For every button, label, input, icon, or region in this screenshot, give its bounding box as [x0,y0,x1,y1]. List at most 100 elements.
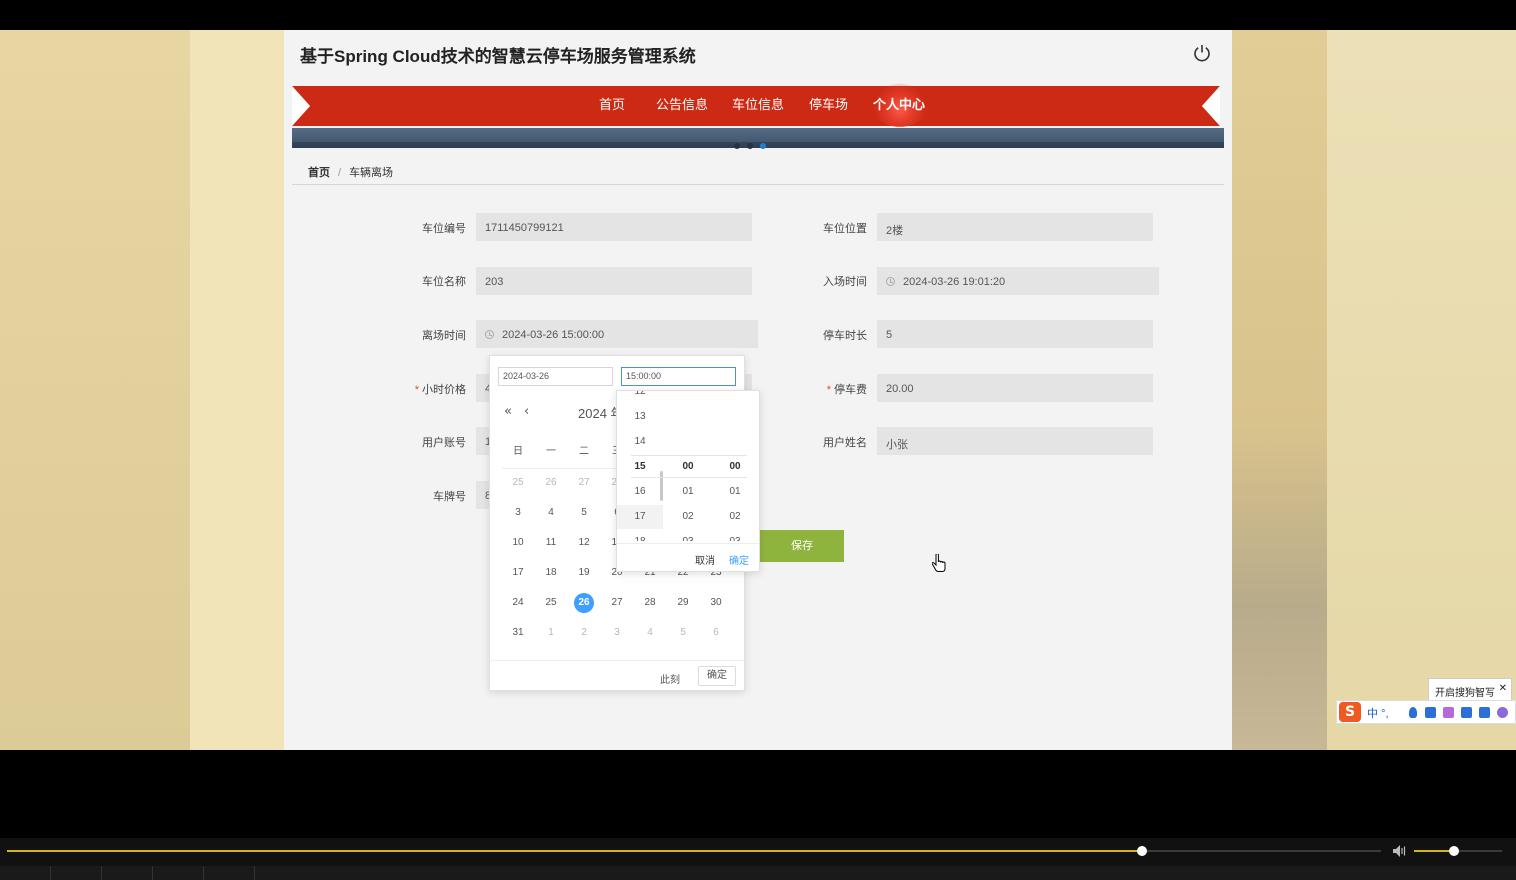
exit-time-input[interactable]: 2024-03-26 15:00:00 [476,320,758,348]
location-input[interactable]: 2楼 [877,213,1153,241]
minute-option[interactable]: 03 [665,536,711,541]
close-icon[interactable]: ✕ [1499,683,1507,694]
calendar-day[interactable]: 4 [638,623,662,643]
time-cancel-button[interactable]: 取消 [695,552,715,567]
calendar-day[interactable]: 2 [572,623,596,643]
second-column[interactable]: 00 01 02 03 [712,391,758,541]
video-frame: 基于Spring Cloud技术的智慧云停车场服务管理系统 首页 公告信息 车位… [0,30,1516,750]
hour-option[interactable]: 14 [617,436,663,447]
power-icon[interactable] [1192,43,1212,63]
space-no-label: 车位编号 [422,223,466,235]
minute-option-selected[interactable]: 00 [665,461,711,472]
weekday-label: 二 [579,446,589,457]
calendar-day[interactable]: 18 [539,563,563,583]
hour-option[interactable]: 12 [617,391,663,397]
time-confirm-button[interactable]: 确定 [729,552,749,567]
calendar-day[interactable]: 27 [605,593,629,613]
nav-item-parking-lot[interactable]: 停车场 [809,94,848,113]
nav-item-home[interactable]: 首页 [599,94,625,113]
username-input[interactable]: 小张 [877,427,1153,455]
picker-footer-divider [490,660,744,661]
keyboard-icon[interactable] [1425,707,1436,718]
save-button[interactable]: 保存 [760,530,844,562]
calendar-day[interactable]: 30 [704,593,728,613]
second-option-selected[interactable]: 00 [712,461,758,472]
entry-time-input[interactable]: 2024-03-26 19:01:20 [877,267,1159,295]
weekday-label: 一 [546,446,556,457]
picker-confirm-button[interactable]: 确定 [698,666,736,686]
carousel-dots [734,134,773,153]
volume-level [1414,850,1454,852]
calendar-day[interactable]: 25 [539,593,563,613]
hour-option-selected[interactable]: 15 [617,461,663,472]
username-label: 用户姓名 [823,437,867,449]
calendar-day[interactable]: 28 [638,593,662,613]
calendar-day[interactable]: 26 [539,473,563,493]
nav-item-spaces[interactable]: 车位信息 [732,94,784,113]
second-option[interactable]: 02 [712,511,758,522]
taskbar-separator [152,866,153,880]
microphone-icon[interactable] [1409,707,1417,718]
volume-slider[interactable] [1414,846,1502,856]
minute-option[interactable]: 02 [665,511,711,522]
duration-input[interactable]: 5 [877,320,1153,348]
toolbox-icon[interactable] [1479,707,1490,718]
calendar-day[interactable]: 12 [572,533,596,553]
breadcrumb-home[interactable]: 首页 [308,167,330,179]
prev-month-icon[interactable]: ‹ [524,404,529,419]
space-no-input[interactable]: 1711450799121 [476,213,752,241]
calendar-day[interactable]: 5 [671,623,695,643]
nav-item-profile[interactable]: 个人中心 [873,94,925,113]
calendar-day[interactable]: 29 [671,593,695,613]
calendar-day[interactable]: 11 [539,533,563,553]
minute-option[interactable]: 01 [665,486,711,497]
now-button[interactable]: 此刻 [660,671,680,686]
carousel-dot-active[interactable] [760,143,766,149]
calendar-day[interactable]: 31 [506,623,530,643]
calendar-day[interactable]: 17 [506,563,530,583]
hour-scrollbar[interactable] [660,471,663,501]
calendar-day[interactable]: 6 [704,623,728,643]
seek-bar[interactable] [7,846,1381,856]
picker-time-input[interactable]: 15:00:00 [621,367,736,386]
calendar-day[interactable]: 3 [506,503,530,523]
calendar-day[interactable]: 3 [605,623,629,643]
screen: 基于Spring Cloud技术的智慧云停车场服务管理系统 首页 公告信息 车位… [0,0,1516,880]
carousel-dot[interactable] [734,143,740,149]
calendar-day-selected[interactable]: 26 [574,593,594,613]
main-nav: 首页 公告信息 车位信息 停车场 个人中心 [284,83,1232,127]
hour-option[interactable]: 13 [617,411,663,422]
ime-mode-indicator[interactable]: 中 °, [1367,705,1389,721]
hour-option[interactable]: 18 [617,536,663,541]
calendar-day[interactable]: 4 [539,503,563,523]
calendar-day[interactable]: 25 [506,473,530,493]
seek-handle[interactable] [1136,846,1147,856]
volume-icon[interactable] [1392,844,1408,858]
fee-label-text: 停车费 [834,384,867,396]
hour-option-hovered[interactable]: 17 [617,505,663,529]
calendar-day[interactable]: 24 [506,593,530,613]
ime-tip[interactable]: 开启搜狗智写 ✕ [1428,678,1512,701]
calendar-day[interactable]: 19 [572,563,596,583]
calendar-day[interactable]: 5 [572,503,596,523]
fee-input[interactable]: 20.00 [877,374,1153,402]
carousel-dot[interactable] [747,143,753,149]
sogou-logo-icon[interactable]: S [1339,702,1361,722]
calendar-day[interactable]: 27 [572,473,596,493]
second-option[interactable]: 03 [712,536,758,541]
minute-column[interactable]: 00 01 02 03 [665,391,711,541]
nav-item-notices[interactable]: 公告信息 [656,94,708,113]
calendar-day[interactable]: 1 [539,623,563,643]
picker-date-input[interactable]: 2024-03-26 [498,367,613,386]
hour-column[interactable]: 12 13 14 15 16 17 18 [617,391,663,541]
hour-option[interactable]: 16 [617,486,663,497]
skin-icon[interactable] [1443,707,1454,718]
second-option[interactable]: 01 [712,486,758,497]
space-name-input[interactable]: 203 [476,267,752,295]
game-icon[interactable] [1461,707,1472,718]
volume-handle[interactable] [1448,846,1459,856]
app-page: 基于Spring Cloud技术的智慧云停车场服务管理系统 首页 公告信息 车位… [284,30,1232,750]
calendar-day[interactable]: 10 [506,533,530,553]
prev-year-icon[interactable]: « [504,404,512,419]
settings-icon[interactable] [1497,707,1508,718]
